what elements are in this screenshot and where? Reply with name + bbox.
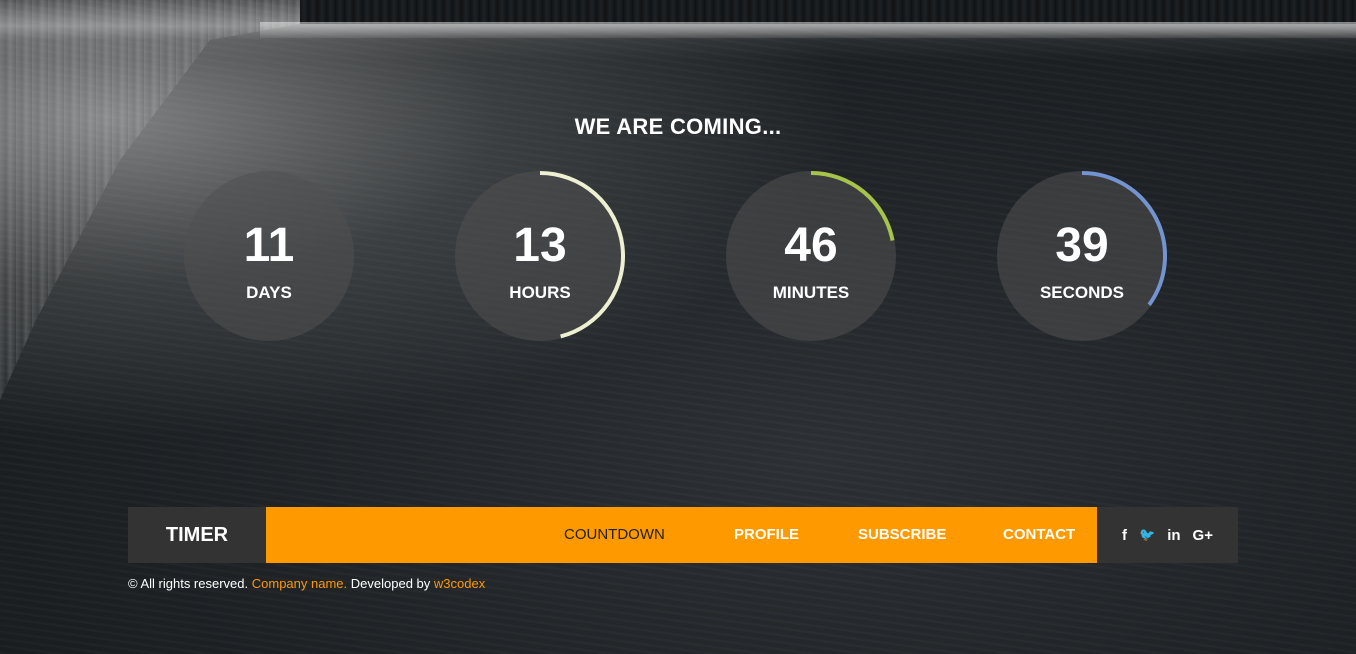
nav-item-countdown[interactable]: COUNTDOWN (564, 507, 665, 563)
countdown-minutes: 46 MINUTES (726, 171, 896, 341)
timer-value: 13 (513, 219, 567, 272)
timer-value: 46 (784, 219, 838, 272)
copyright-text: © All rights reserved. (128, 576, 249, 591)
google-plus-icon[interactable]: G+ (1193, 527, 1213, 544)
timer-label: DAYS (246, 283, 292, 302)
timer-label: SECONDS (1039, 283, 1125, 302)
developed-by-text: Developed by (350, 576, 431, 591)
countdown-seconds: 39 SECONDS (997, 171, 1167, 341)
timer-label: MINUTES (772, 283, 850, 302)
developer-link[interactable]: w3codex (434, 576, 485, 591)
facebook-icon[interactable]: f (1122, 527, 1127, 544)
countdown-days: 11 DAYS (184, 171, 354, 341)
background-rim (260, 22, 1356, 38)
nav-item-profile[interactable]: PROFILE (734, 507, 799, 563)
footer: © All rights reserved. Company name. Dev… (128, 576, 485, 591)
timer-value: 39 (1055, 219, 1109, 272)
twitter-icon[interactable]: 🐦 (1139, 527, 1155, 543)
countdown-hours: 13 HOURS (455, 171, 625, 341)
nav-item-subscribe[interactable]: SUBSCRIBE (858, 507, 946, 563)
page-heading: WE ARE COMING... (574, 114, 782, 139)
timer-value: 11 (243, 219, 295, 272)
company-link[interactable]: Company name. (252, 576, 347, 591)
nav-menu: COUNTDOWN PROFILE SUBSCRIBE CONTACT (266, 507, 1097, 563)
nav-item-contact[interactable]: CONTACT (1003, 507, 1075, 563)
navbar: TIMER COUNTDOWN PROFILE SUBSCRIBE CONTAC… (128, 507, 1238, 563)
social-links: f 🐦 in G+ (1097, 507, 1238, 563)
background-wall (300, 0, 1356, 24)
timer-label: HOURS (509, 283, 571, 302)
brand-logo[interactable]: TIMER (128, 507, 266, 563)
linkedin-icon[interactable]: in (1167, 527, 1180, 544)
